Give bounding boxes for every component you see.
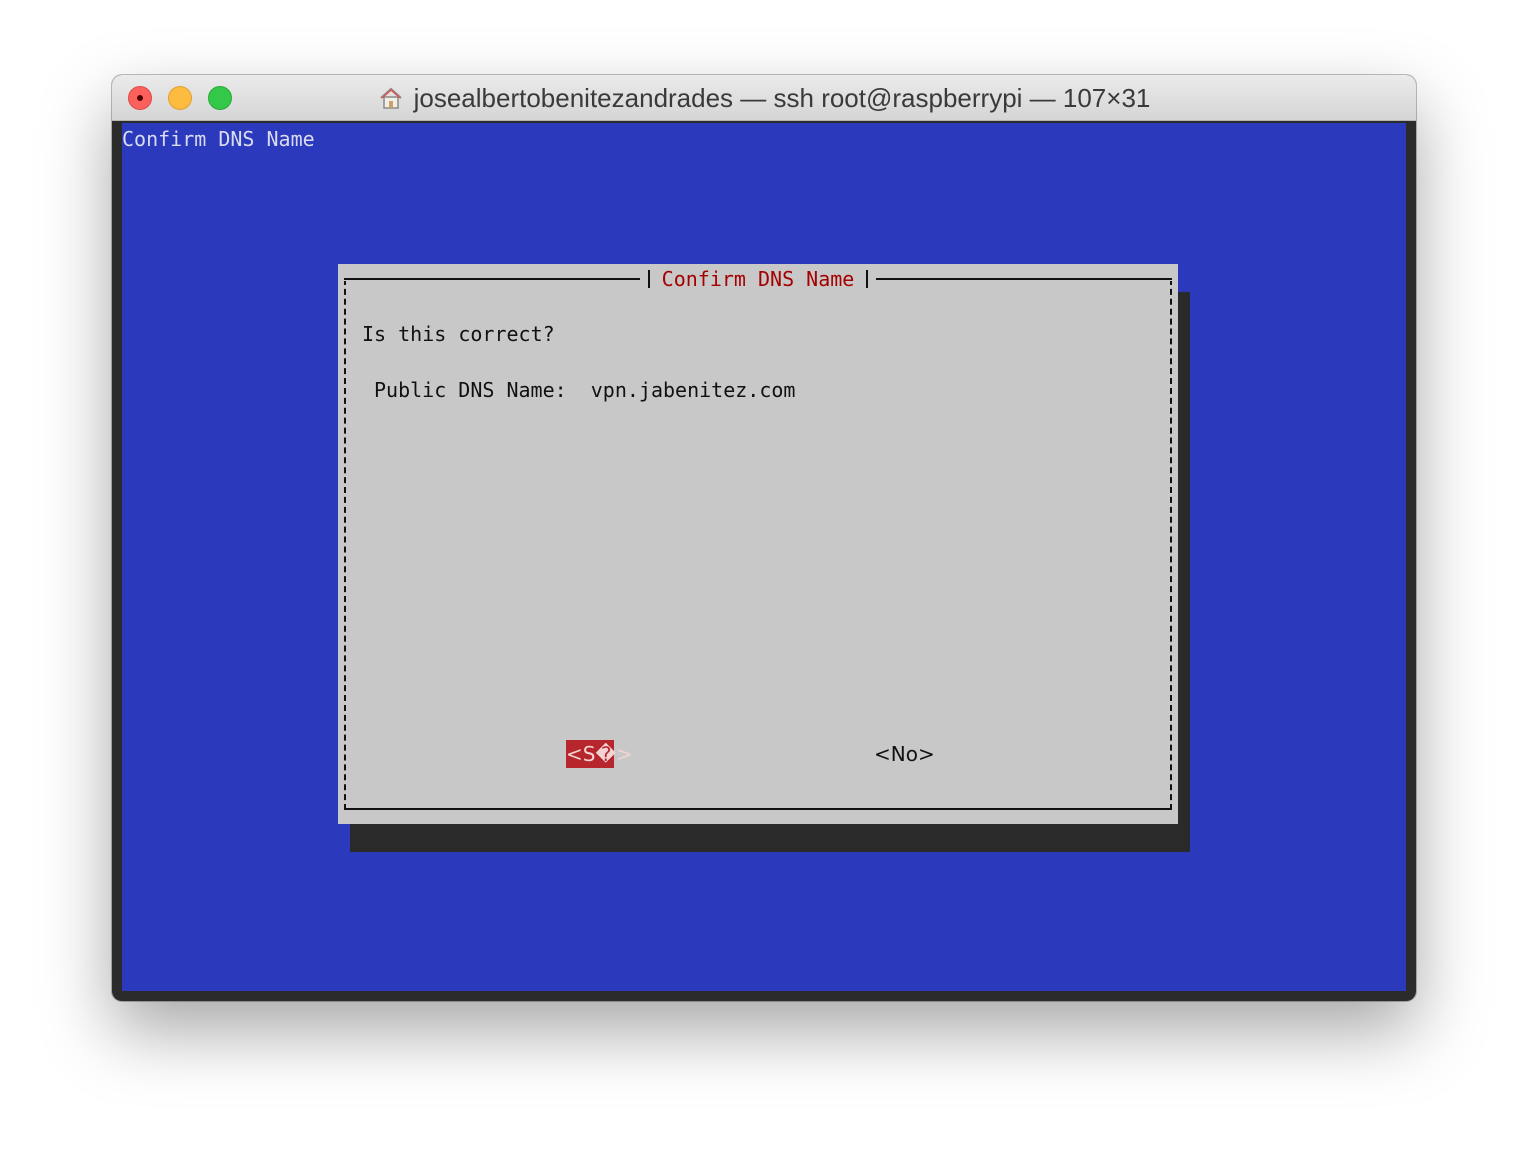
dialog-title-wrap: Confirm DNS Name bbox=[338, 264, 1178, 293]
terminal-screen[interactable]: Confirm DNS Name Confirm DNS Name Is thi… bbox=[122, 123, 1406, 991]
terminal-window: josealbertobenitezandrades — ssh root@ra… bbox=[112, 75, 1416, 1001]
window-title: josealbertobenitezandrades — ssh root@ra… bbox=[413, 82, 1151, 113]
no-button[interactable]: <No> bbox=[874, 740, 935, 768]
dialog-prompt: Is this correct? bbox=[362, 322, 555, 346]
frame-bottom-border bbox=[344, 808, 1172, 810]
window-title-container: josealbertobenitezandrades — ssh root@ra… bbox=[112, 75, 1416, 121]
confirm-dialog: Confirm DNS Name Is this correct? Public… bbox=[338, 264, 1178, 824]
dialog-title-box: Confirm DNS Name bbox=[639, 265, 877, 293]
home-icon bbox=[378, 85, 404, 111]
dialog-frame bbox=[344, 279, 1172, 810]
dialog-title: Confirm DNS Name bbox=[661, 267, 855, 291]
title-right-tick bbox=[866, 270, 869, 288]
backtitle: Confirm DNS Name bbox=[122, 127, 315, 151]
title-left-tick bbox=[647, 270, 650, 288]
public-dns-name: Public DNS Name: vpn.jabenitez.com bbox=[374, 378, 796, 402]
yes-button[interactable]: <S�> bbox=[566, 740, 633, 768]
title-bar[interactable]: josealbertobenitezandrades — ssh root@ra… bbox=[112, 75, 1416, 121]
